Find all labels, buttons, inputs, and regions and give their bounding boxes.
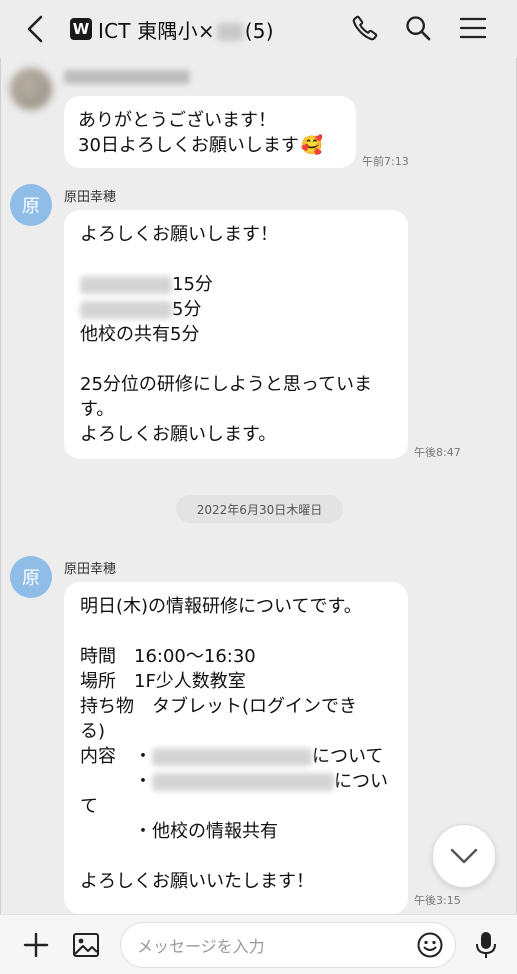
- emoji-button[interactable]: [412, 927, 448, 963]
- message-line: ・ につい: [80, 769, 392, 794]
- message-text: 5分: [172, 299, 202, 320]
- message-text: 15分: [172, 274, 213, 295]
- message-text: ・: [134, 771, 152, 792]
- work-badge-icon: W: [70, 18, 92, 40]
- message-line: [80, 247, 392, 272]
- redacted-text: [152, 748, 312, 766]
- microphone-icon: [476, 932, 496, 958]
- message-line: 時間 16:00〜16:30: [80, 646, 256, 667]
- menu-icon: [459, 17, 487, 39]
- search-icon: [406, 16, 431, 41]
- menu-button[interactable]: [455, 10, 491, 46]
- avatar[interactable]: [10, 68, 52, 110]
- message-line: 持ち物 タブレット(ログインでき: [80, 696, 358, 717]
- message-line: 場所 1F少人数教室: [80, 671, 246, 692]
- chat-header: W ICT 東隅小× (5): [0, 0, 517, 58]
- redacted-name: [216, 23, 243, 41]
- message-time: 午前7:13: [362, 155, 409, 168]
- message-composer: メッセージを入力: [0, 914, 517, 974]
- message-line: [80, 619, 392, 644]
- message-line: 5分: [80, 297, 392, 322]
- message-input[interactable]: メッセージを入力: [120, 922, 456, 968]
- search-button[interactable]: [400, 10, 436, 46]
- message-line: [80, 347, 392, 372]
- sender-name: 原田幸穂: [64, 190, 117, 205]
- message-line: [80, 844, 392, 869]
- redacted-text: [80, 301, 172, 319]
- send-image-button[interactable]: [68, 927, 104, 963]
- chat-title-label: ICT 東隅小×: [98, 18, 215, 43]
- scroll-to-bottom-button[interactable]: [432, 824, 496, 888]
- chevron-left-icon: [27, 15, 43, 43]
- message-line: 内容 ・ について: [80, 744, 392, 769]
- voice-input-button[interactable]: [468, 927, 504, 963]
- message-line: 25分位の研修にしようと思っていま: [80, 374, 373, 395]
- avatar[interactable]: 原: [10, 184, 52, 226]
- message-line: よろしくお願いします！: [80, 224, 278, 245]
- image-icon: [73, 933, 99, 957]
- message-line: 15分: [80, 272, 392, 297]
- message-text: について: [312, 746, 384, 767]
- redacted-text: [80, 276, 172, 294]
- chevron-down-icon: [450, 848, 478, 864]
- phone-icon: [352, 15, 378, 41]
- message-time: 午後8:47: [414, 446, 461, 459]
- message-line: す。: [80, 399, 115, 420]
- message-line: る): [80, 721, 106, 742]
- message-time: 午後3:15: [414, 894, 461, 907]
- message-input-placeholder: メッセージを入力: [137, 937, 265, 956]
- call-button[interactable]: [347, 10, 383, 46]
- message-line: 30日よろしくお願いします 🥰: [78, 133, 342, 158]
- back-button[interactable]: [18, 12, 52, 46]
- chat-title-text: ICT 東隅小× (5): [98, 15, 274, 44]
- message-bubble[interactable]: よろしくお願いします！ 15分 5分 他校の共有5分 25分位の研修にしようと思…: [64, 210, 408, 459]
- message-line: よろしくお願いします。: [80, 424, 277, 445]
- date-separator: 2022年6月30日木曜日: [176, 495, 343, 523]
- sender-name: 原田幸穂: [64, 562, 117, 577]
- add-attachment-button[interactable]: [18, 927, 54, 963]
- message-line: 他校の共有5分: [80, 324, 200, 345]
- message-line: ありがとうございます！: [78, 110, 276, 131]
- message-bubble[interactable]: 明日(木)の情報研修についてです。 時間 16:00〜16:30 場所 1F少人…: [64, 582, 408, 914]
- redacted-sender-name: [64, 70, 190, 84]
- avatar[interactable]: 原: [10, 556, 52, 598]
- redacted-text: [152, 773, 334, 791]
- message-text: につい: [334, 771, 388, 792]
- chat-title[interactable]: W ICT 東隅小× (5): [70, 14, 274, 44]
- member-count: (5): [244, 18, 274, 43]
- message-bubble[interactable]: ありがとうございます！ 30日よろしくお願いします 🥰: [64, 96, 356, 168]
- message-text: 内容 ・: [80, 746, 152, 767]
- message-line: て: [80, 796, 98, 817]
- message-line: ・他校の情報共有: [134, 821, 278, 842]
- plus-icon: [23, 932, 49, 958]
- message-line: よろしくお願いいたします！: [80, 871, 314, 892]
- message-text: 30日よろしくお願いします: [78, 135, 299, 156]
- emoji-icon: 🥰: [300, 135, 324, 156]
- message-line: 明日(木)の情報研修についてです。: [80, 596, 362, 617]
- message-list[interactable]: ありがとうございます！ 30日よろしくお願いします 🥰 午前7:13 原 原田幸穂…: [0, 58, 517, 914]
- smiley-icon: [417, 932, 443, 958]
